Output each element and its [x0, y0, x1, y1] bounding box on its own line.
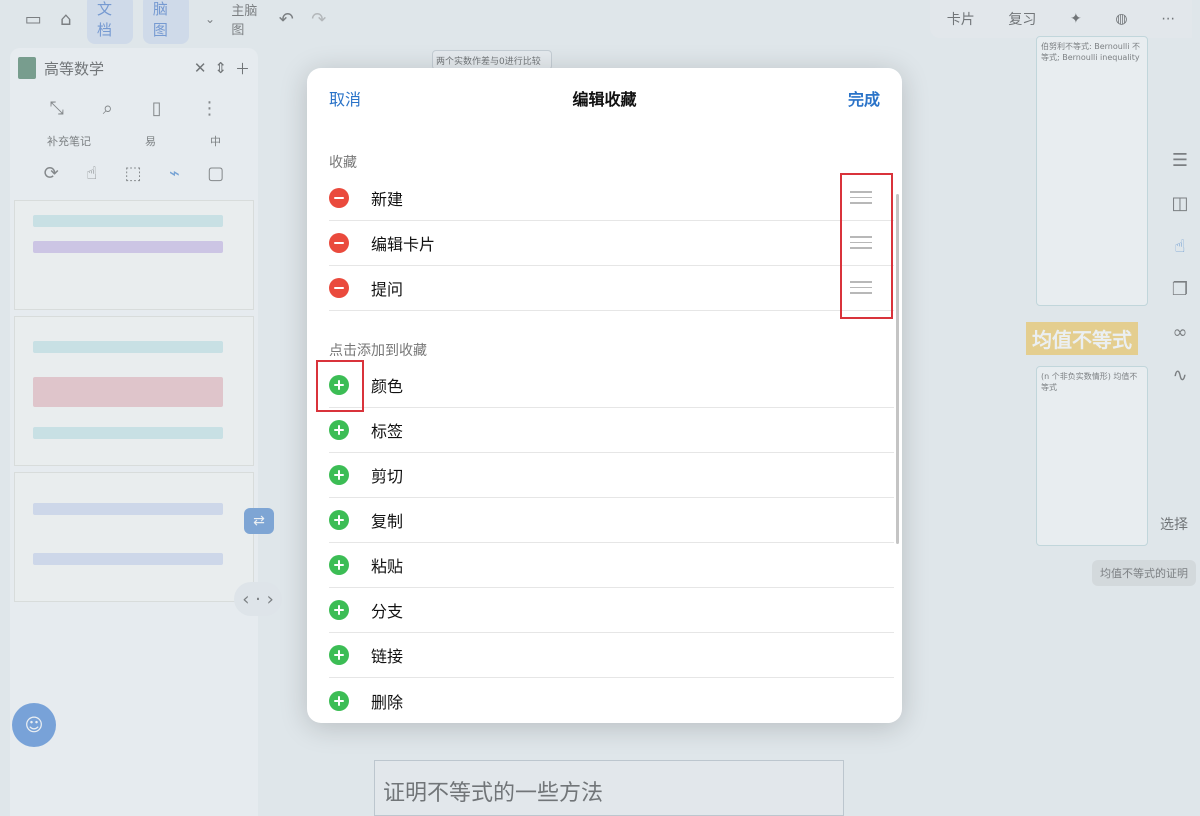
available-item-label: 链接	[371, 647, 404, 666]
available-item[interactable]: 复制	[329, 498, 894, 543]
available-item[interactable]: 删除	[329, 678, 894, 723]
available-item-label: 粘贴	[371, 557, 404, 576]
available-item[interactable]: 颜色	[329, 363, 894, 408]
edit-favorites-dialog: 取消 编辑收藏 完成 收藏 新建 编辑卡片 提问 点击添加到收藏 颜色 标签 剪…	[307, 68, 902, 723]
add-icon[interactable]	[329, 600, 349, 620]
favorite-item-label: 提问	[371, 280, 404, 299]
annotation-box	[316, 360, 364, 412]
done-button[interactable]: 完成	[848, 86, 880, 110]
remove-icon[interactable]	[329, 233, 349, 253]
available-item[interactable]: 链接	[329, 633, 894, 678]
favorite-item[interactable]: 新建	[329, 176, 894, 221]
scrollbar[interactable]	[896, 194, 899, 544]
available-item-label: 标签	[371, 422, 404, 441]
available-item[interactable]: 标签	[329, 408, 894, 453]
available-item-label: 分支	[371, 602, 404, 621]
add-icon[interactable]	[329, 420, 349, 440]
available-item-label: 颜色	[371, 377, 404, 396]
favorite-item[interactable]: 编辑卡片	[329, 221, 894, 266]
favorite-item-label: 编辑卡片	[371, 235, 436, 254]
available-item[interactable]: 粘贴	[329, 543, 894, 588]
add-icon[interactable]	[329, 465, 349, 485]
available-item[interactable]: 分支	[329, 588, 894, 633]
dialog-title: 编辑收藏	[572, 90, 637, 109]
favorites-section-label: 收藏	[329, 155, 357, 171]
annotation-box	[840, 173, 893, 319]
dialog-header: 取消 编辑收藏 完成	[307, 68, 902, 126]
remove-icon[interactable]	[329, 188, 349, 208]
remove-icon[interactable]	[329, 278, 349, 298]
favorite-item-label: 新建	[371, 190, 404, 209]
favorite-item[interactable]: 提问	[329, 266, 894, 311]
available-item-label: 剪切	[371, 467, 404, 486]
add-icon[interactable]	[329, 645, 349, 665]
available-item-label: 删除	[371, 692, 404, 712]
available-item[interactable]: 剪切	[329, 453, 894, 498]
add-icon[interactable]	[329, 555, 349, 575]
add-icon[interactable]	[329, 510, 349, 530]
available-item-label: 复制	[371, 512, 404, 531]
add-section-label: 点击添加到收藏	[329, 343, 427, 359]
add-icon[interactable]	[329, 690, 349, 711]
